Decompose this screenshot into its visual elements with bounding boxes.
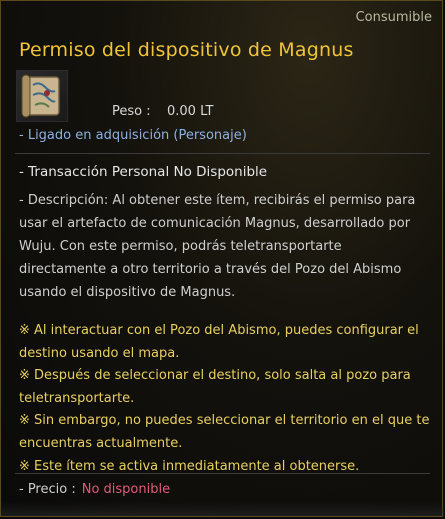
weight-label: Peso : (112, 104, 151, 119)
note-line: ※ Al interactuar con el Pozo del Abismo,… (19, 323, 419, 361)
divider (15, 473, 430, 474)
weight-value: 0.00 LT (167, 104, 214, 119)
item-description: - Descripción: Al obtener este ítem, rec… (19, 193, 416, 300)
note-line: ※ Este ítem se activa inmediatamente al … (19, 458, 360, 474)
note-line: ※ Sin embargo, no puedes seleccionar el … (19, 413, 430, 451)
item-title: Permiso del dispositivo de Magnus (19, 39, 354, 61)
item-category: Consumible (355, 10, 432, 25)
price-value: No disponible (81, 482, 171, 497)
item-notes: ※ Al interactuar con el Pozo del Abismo,… (19, 320, 431, 478)
price-label: - Precio : (19, 482, 76, 497)
price-row: - Precio : No disponible (19, 482, 170, 497)
item-tooltip: Consumible Permiso del dispositivo de Ma… (0, 0, 444, 517)
bottom-strip (1, 502, 444, 516)
trade-info: - Transacción Personal No Disponible (19, 164, 268, 180)
divider (15, 153, 430, 154)
scroll-map-icon (16, 70, 68, 122)
note-line: ※ Después de seleccionar el destino, sol… (19, 368, 411, 406)
bound-info: - Ligado en adquisición (Personaje) (19, 128, 247, 143)
weight-row: Peso : 0.00 LT (112, 104, 213, 119)
